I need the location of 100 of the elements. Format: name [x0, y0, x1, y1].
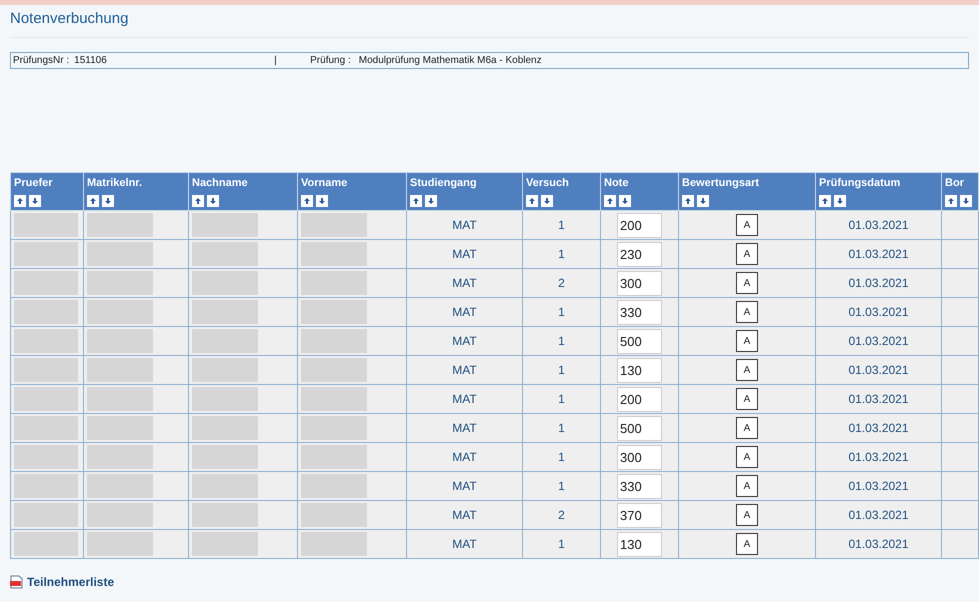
sort-ascending-button[interactable] [14, 194, 26, 206]
redacted-block [14, 329, 78, 353]
redacted-block [192, 474, 258, 498]
redacted-block [14, 387, 78, 411]
column-header: Vorname [301, 176, 348, 191]
attempt-number: 2 [558, 276, 565, 290]
redacted-block [301, 271, 367, 295]
grade-input[interactable]: 330 [617, 300, 662, 324]
grade-input[interactable]: 200 [617, 212, 662, 238]
study-program: MAT [452, 450, 477, 464]
redacted-block [14, 445, 78, 469]
redacted-block [192, 242, 258, 266]
sort-descending-button[interactable] [316, 194, 328, 206]
sort-descending-button[interactable] [834, 194, 846, 206]
column-header: Matrikelnr. [87, 176, 144, 191]
attempt-number: 1 [558, 421, 565, 435]
redacted-block [14, 213, 78, 237]
exam-number-label: PrüfungsNr : [13, 54, 70, 68]
grading-type-button[interactable]: A [736, 330, 758, 352]
column-header: Bor [945, 176, 965, 191]
grade-input[interactable]: 130 [617, 532, 662, 556]
column-header: Versuch [526, 176, 570, 191]
sort-ascending-button[interactable] [526, 194, 538, 206]
sort-ascending-button[interactable] [682, 194, 694, 206]
arrow-down-icon [209, 196, 217, 204]
grading-type-button[interactable]: A [736, 417, 758, 439]
redacted-block [192, 532, 258, 556]
grade-input[interactable]: 300 [617, 444, 662, 470]
attempt-number: 1 [558, 537, 565, 551]
grading-type-button[interactable]: A [736, 243, 758, 265]
arrow-down-icon [318, 196, 326, 204]
grading-type-button[interactable]: A [736, 475, 758, 497]
sort-ascending-button[interactable] [945, 194, 957, 206]
redacted-block [192, 300, 258, 324]
sort-descending-button[interactable] [541, 194, 553, 206]
sort-ascending-button[interactable] [192, 194, 204, 206]
grading-type-button[interactable]: A [736, 301, 758, 323]
sort-ascending-button[interactable] [604, 194, 616, 206]
exam-label: Prüfung : [310, 54, 351, 68]
redacted-block [192, 445, 258, 469]
sort-descending-button[interactable] [619, 194, 631, 206]
study-program: MAT [452, 421, 477, 435]
attempt-number: 2 [558, 508, 565, 522]
redacted-block [192, 329, 258, 353]
grading-type-button[interactable]: A [736, 533, 758, 555]
grade-input[interactable]: 130 [617, 358, 662, 382]
sort-ascending-button[interactable] [410, 194, 422, 206]
redacted-block [87, 271, 153, 295]
attempt-number: 1 [558, 218, 565, 232]
redacted-block [301, 242, 367, 266]
arrow-up-icon [606, 196, 614, 204]
column-header: Pruefer [14, 176, 54, 191]
grading-type-button[interactable]: A [736, 388, 758, 410]
redacted-block [192, 416, 258, 440]
redacted-block [14, 271, 78, 295]
study-program: MAT [452, 305, 477, 319]
redacted-block [14, 300, 78, 324]
grade-input[interactable]: 230 [617, 242, 662, 266]
grade-input[interactable]: 330 [617, 474, 662, 498]
attempt-number: 1 [558, 247, 565, 261]
sort-ascending-button[interactable] [87, 194, 99, 206]
pdf-file-icon [10, 575, 23, 589]
grade-input[interactable]: 500 [617, 416, 662, 440]
grade-input[interactable]: 300 [617, 270, 662, 296]
study-program: MAT [452, 276, 477, 290]
grading-type-button[interactable]: A [736, 214, 758, 236]
sort-descending-button[interactable] [697, 194, 709, 206]
study-program: MAT [452, 218, 477, 232]
redacted-block [87, 445, 153, 469]
redacted-block [14, 503, 78, 527]
redacted-block [14, 474, 78, 498]
exam-number: 151106 [74, 54, 108, 68]
separator: | [274, 54, 278, 68]
sort-descending-button[interactable] [29, 194, 41, 206]
exam-date: 01.03.2021 [848, 276, 909, 290]
sort-ascending-button[interactable] [819, 194, 831, 206]
grading-type-button[interactable]: A [736, 272, 758, 294]
column-header: Bewertungsart [682, 176, 760, 191]
redacted-block [87, 242, 153, 266]
arrow-down-icon [962, 196, 970, 204]
grade-input[interactable]: 200 [617, 386, 662, 412]
grading-type-button[interactable]: A [736, 359, 758, 381]
grading-type-button[interactable]: A [736, 446, 758, 468]
arrow-down-icon [699, 196, 707, 204]
sort-descending-button[interactable] [425, 194, 437, 206]
arrow-down-icon [31, 196, 39, 204]
redacted-block [14, 242, 78, 266]
sort-descending-button[interactable] [207, 194, 219, 206]
exam-date: 01.03.2021 [848, 218, 909, 232]
sort-descending-button[interactable] [960, 194, 972, 206]
study-program: MAT [452, 247, 477, 261]
participant-list-link[interactable]: Teilnehmerliste [27, 573, 114, 591]
sort-descending-button[interactable] [102, 194, 114, 206]
redacted-block [301, 474, 367, 498]
grading-type-button[interactable]: A [736, 504, 758, 526]
redacted-block [301, 445, 367, 469]
column-header: Prüfungsdatum [819, 176, 902, 191]
grade-input[interactable]: 370 [617, 502, 662, 528]
sort-ascending-button[interactable] [301, 194, 313, 206]
grade-input[interactable]: 500 [617, 328, 662, 354]
